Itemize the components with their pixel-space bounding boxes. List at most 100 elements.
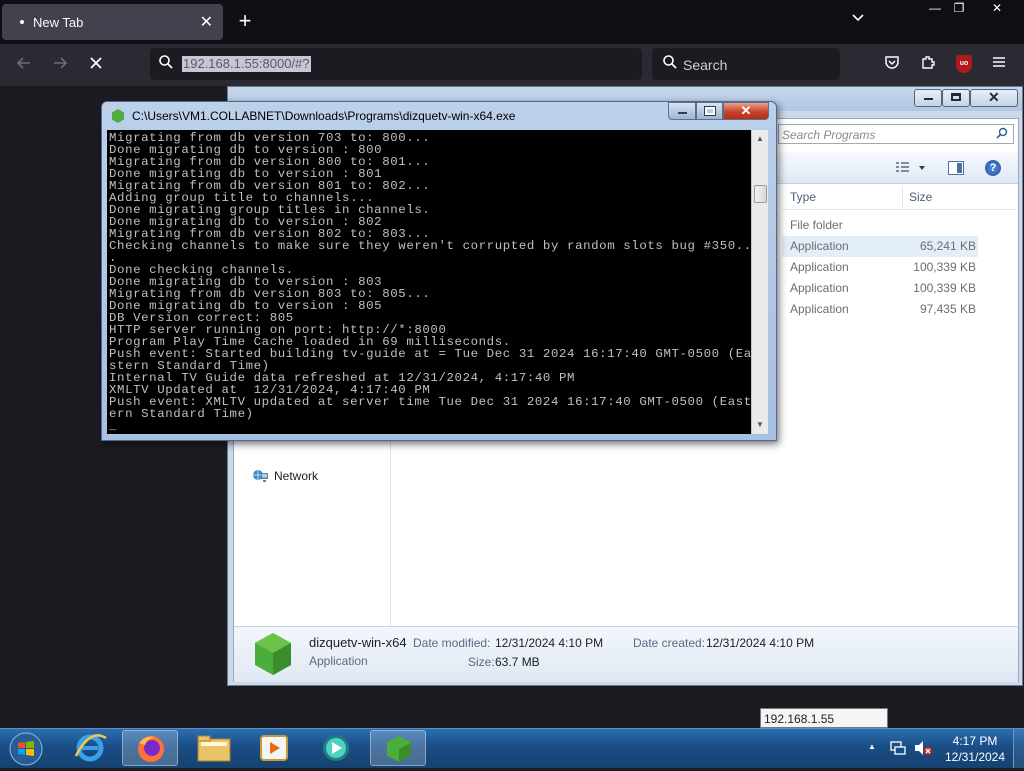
- column-header-type[interactable]: Type: [790, 190, 816, 204]
- taskbar-ie-button[interactable]: [62, 730, 118, 766]
- file-type: Application: [790, 302, 849, 316]
- file-row[interactable]: Application 100,339 KB: [782, 257, 978, 278]
- console-output[interactable]: Migrating from db version 703 to: 800...…: [107, 130, 751, 434]
- pocket-button[interactable]: [881, 54, 903, 76]
- scroll-thumb[interactable]: [754, 185, 767, 203]
- tab-loading-dot-icon: [20, 20, 24, 24]
- explorer-search-input[interactable]: Search Programs: [778, 124, 1014, 144]
- forward-arrow-icon: [54, 57, 68, 69]
- file-row[interactable]: Application 65,241 KB: [782, 236, 978, 257]
- clock-date: 12/31/2024: [944, 750, 1006, 764]
- show-desktop-button[interactable]: [1013, 729, 1024, 768]
- chevron-down-icon: [852, 14, 864, 22]
- file-type: Application: [790, 239, 849, 253]
- details-pane: dizquetv-win-x64 Application Date modifi…: [234, 626, 1018, 682]
- console-line: ern Standard Time): [109, 407, 254, 421]
- show-hidden-icons-button[interactable]: ▲: [868, 742, 882, 754]
- scroll-down-arrow-icon[interactable]: ▼: [753, 418, 767, 432]
- back-button[interactable]: [12, 54, 36, 76]
- explorer-search-placeholder: Search Programs: [782, 128, 876, 142]
- console-line: Checking channels to make sure they were…: [109, 239, 751, 253]
- view-options-button[interactable]: [894, 160, 928, 176]
- new-tab-button[interactable]: +: [232, 8, 258, 34]
- close-window-button[interactable]: ✕: [980, 0, 1014, 18]
- close-icon: ✕: [988, 89, 1000, 105]
- forward-button[interactable]: [48, 54, 72, 76]
- tab-title: New Tab: [33, 14, 84, 30]
- start-button[interactable]: [6, 730, 46, 768]
- url-bar[interactable]: 192.168.1.55:8000/#?: [150, 48, 642, 80]
- windows-start-orb-icon: [9, 732, 43, 766]
- details-file-kind: Application: [309, 654, 368, 668]
- network-icon: [253, 470, 268, 482]
- node-app-icon: [387, 736, 411, 762]
- file-row[interactable]: Application 100,339 KB: [782, 278, 978, 299]
- back-arrow-icon: [16, 57, 30, 69]
- internet-explorer-icon: [74, 734, 107, 762]
- file-type: Application: [790, 260, 849, 274]
- file-row[interactable]: Application 97,435 KB: [782, 299, 978, 320]
- size-value: 63.7 MB: [495, 655, 540, 669]
- search-placeholder: Search: [683, 57, 728, 73]
- taskbar-explorer-button[interactable]: [186, 730, 242, 766]
- browser-tab[interactable]: New Tab ✕: [2, 4, 223, 40]
- media-player-icon: [260, 735, 288, 761]
- file-type: File folder: [790, 218, 843, 232]
- column-header-row: Type Size: [782, 186, 1016, 210]
- network-tray-icon[interactable]: [889, 739, 907, 757]
- extensions-button[interactable]: [917, 54, 939, 76]
- date-created-label: Date created:: [633, 636, 706, 650]
- console-text: Migrating from db version 703 to: 800...…: [109, 132, 751, 432]
- tab-close-icon[interactable]: ✕: [200, 12, 213, 32]
- close-icon: ✕: [740, 103, 752, 118]
- hamburger-menu-icon: [993, 57, 1005, 67]
- nav-item-network[interactable]: Network: [252, 468, 318, 484]
- details-view-icon: [896, 162, 925, 172]
- search-box[interactable]: Search: [652, 48, 840, 80]
- date-created-value: 12/31/2024 4:10 PM: [706, 636, 815, 650]
- url-text[interactable]: 192.168.1.55:8000/#?: [182, 56, 311, 72]
- help-button[interactable]: ?: [985, 160, 1001, 176]
- size-label: Size:: [468, 655, 495, 669]
- system-clock[interactable]: 4:17 PM 12/31/2024: [940, 733, 1010, 765]
- column-header-size[interactable]: Size: [909, 190, 932, 204]
- node-app-icon: [112, 109, 124, 123]
- file-type: Application: [790, 281, 849, 295]
- date-modified-value: 12/31/2024 4:10 PM: [495, 636, 604, 650]
- nav-pane-divider: [390, 440, 391, 626]
- ublock-origin-icon[interactable]: uo: [956, 55, 972, 73]
- console-maximize-button[interactable]: [696, 102, 723, 120]
- console-close-button[interactable]: ✕: [723, 102, 769, 120]
- console-scrollbar[interactable]: ▲ ▼: [751, 130, 768, 434]
- app-menu-button[interactable]: [988, 54, 1010, 76]
- file-row[interactable]: File folder: [782, 215, 978, 236]
- node-app-icon: [255, 633, 291, 675]
- windows-media-player-icon: [323, 735, 349, 761]
- chevron-up-icon: ▲: [868, 742, 876, 751]
- console-title: C:\Users\VM1.COLLABNET\Downloads\Program…: [132, 109, 516, 123]
- search-icon: [662, 54, 678, 74]
- search-icon: [158, 54, 174, 74]
- details-file-name: dizquetv-win-x64: [309, 635, 407, 650]
- preview-pane-icon: [957, 163, 962, 173]
- firefox-icon: [138, 736, 164, 762]
- scroll-up-arrow-icon[interactable]: ▲: [753, 132, 767, 146]
- volume-muted-icon[interactable]: [913, 739, 933, 757]
- console-line: _: [109, 419, 118, 433]
- restore-button[interactable]: ❐: [942, 0, 976, 18]
- list-all-tabs-button[interactable]: [846, 10, 870, 34]
- taskbar-media-player-button[interactable]: [246, 730, 302, 766]
- nav-item-network-label: Network: [274, 469, 319, 483]
- clock-time: 4:17 PM: [952, 734, 998, 748]
- tooltip: 192.168.1.55: [760, 708, 888, 728]
- file-size: 100,339 KB: [913, 281, 976, 295]
- console-minimize-button[interactable]: [668, 102, 696, 120]
- stop-button[interactable]: [84, 54, 108, 76]
- taskbar-console-button[interactable]: [370, 730, 426, 766]
- preview-pane-button[interactable]: [948, 161, 964, 175]
- file-size: 100,339 KB: [913, 260, 976, 274]
- taskbar-wmp-button[interactable]: [308, 730, 364, 766]
- date-modified-label: Date modified:: [413, 636, 491, 650]
- maximize-icon: [951, 93, 961, 101]
- taskbar-firefox-button[interactable]: [122, 730, 178, 766]
